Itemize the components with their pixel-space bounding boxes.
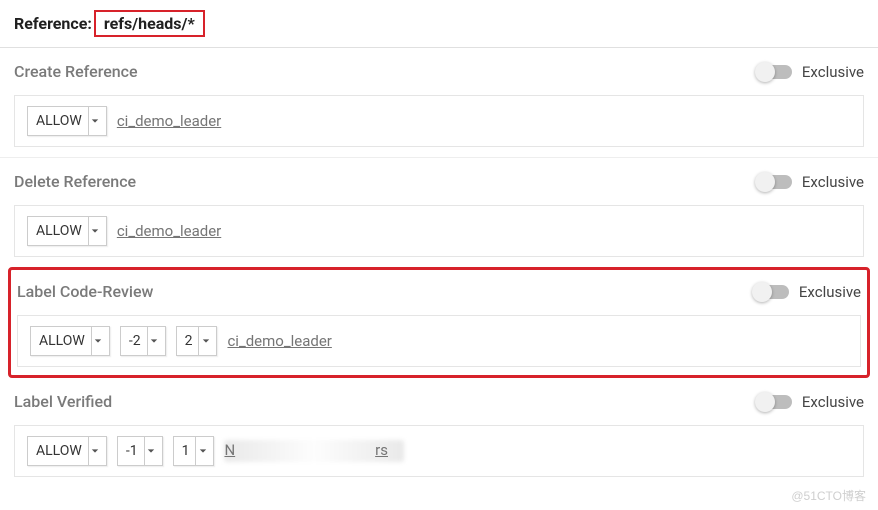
section-label-code-review: Label Code-Review Exclusive ALLOW -2 2 — [8, 267, 870, 378]
chevron-down-icon — [198, 327, 212, 355]
section-title: Label Verified — [14, 392, 112, 411]
reference-value-box: refs/heads/* — [94, 10, 205, 37]
action-value: ALLOW — [36, 223, 82, 239]
action-value: ALLOW — [36, 443, 82, 459]
chevron-down-icon — [88, 437, 102, 465]
group-link-redacted[interactable]: Nrs — [224, 440, 404, 462]
reference-label: Reference: — [14, 14, 92, 33]
chevron-down-icon — [91, 327, 105, 355]
section-head: Label Verified Exclusive — [14, 392, 864, 411]
max-select[interactable]: 1 — [173, 436, 215, 466]
section-head: Create Reference Exclusive — [14, 62, 864, 81]
action-select[interactable]: ALLOW — [30, 326, 110, 356]
exclusive-toggle[interactable] — [755, 285, 789, 299]
exclusive-wrap: Exclusive — [758, 393, 864, 411]
group-link[interactable]: ci_demo_leader — [227, 332, 331, 350]
permission-row: ALLOW -1 1 Nrs — [14, 425, 864, 477]
section-head: Delete Reference Exclusive — [14, 172, 864, 191]
group-link[interactable]: ci_demo_leader — [117, 222, 221, 240]
action-select[interactable]: ALLOW — [27, 106, 107, 136]
chevron-down-icon — [195, 437, 209, 465]
action-select[interactable]: ALLOW — [27, 216, 107, 246]
max-value: 2 — [185, 333, 193, 349]
chevron-down-icon — [88, 217, 102, 245]
exclusive-wrap: Exclusive — [755, 283, 861, 301]
section-title: Delete Reference — [14, 172, 136, 191]
action-select[interactable]: ALLOW — [27, 436, 107, 466]
exclusive-label: Exclusive — [802, 393, 864, 411]
max-value: 1 — [182, 443, 190, 459]
section-label-verified: Label Verified Exclusive ALLOW -1 1 — [0, 378, 878, 487]
group-suffix: rs — [375, 441, 388, 459]
permission-row: ALLOW ci_demo_leader — [14, 205, 864, 257]
group-link[interactable]: ci_demo_leader — [117, 112, 221, 130]
min-select[interactable]: -2 — [120, 326, 166, 356]
section-delete-reference: Delete Reference Exclusive ALLOW ci_demo… — [0, 157, 878, 267]
chevron-down-icon — [144, 437, 158, 465]
reference-header: Reference: refs/heads/* — [0, 0, 878, 48]
max-select[interactable]: 2 — [176, 326, 218, 356]
exclusive-toggle[interactable] — [758, 395, 792, 409]
exclusive-wrap: Exclusive — [758, 63, 864, 81]
exclusive-label: Exclusive — [802, 63, 864, 81]
chevron-down-icon — [88, 107, 102, 135]
exclusive-wrap: Exclusive — [758, 173, 864, 191]
section-title: Label Code-Review — [17, 282, 153, 301]
action-value: ALLOW — [39, 333, 85, 349]
exclusive-toggle[interactable] — [758, 65, 792, 79]
exclusive-toggle[interactable] — [758, 175, 792, 189]
section-title: Create Reference — [14, 62, 138, 81]
exclusive-label: Exclusive — [799, 283, 861, 301]
reference-value: refs/heads/* — [104, 14, 195, 33]
chevron-down-icon — [147, 327, 161, 355]
min-value: -2 — [129, 333, 141, 349]
watermark: @51CTO博客 — [791, 487, 866, 504]
permission-row: ALLOW ci_demo_leader — [14, 95, 864, 147]
min-select[interactable]: -1 — [117, 436, 163, 466]
permission-row: ALLOW -2 2 ci_demo_leader — [17, 315, 861, 367]
section-create-reference: Create Reference Exclusive ALLOW ci_demo… — [0, 48, 878, 157]
section-head: Label Code-Review Exclusive — [17, 282, 861, 301]
action-value: ALLOW — [36, 113, 82, 129]
min-value: -1 — [126, 443, 138, 459]
exclusive-label: Exclusive — [802, 173, 864, 191]
group-prefix: N — [224, 441, 235, 459]
access-section: Reference: refs/heads/* Create Reference… — [0, 0, 878, 487]
